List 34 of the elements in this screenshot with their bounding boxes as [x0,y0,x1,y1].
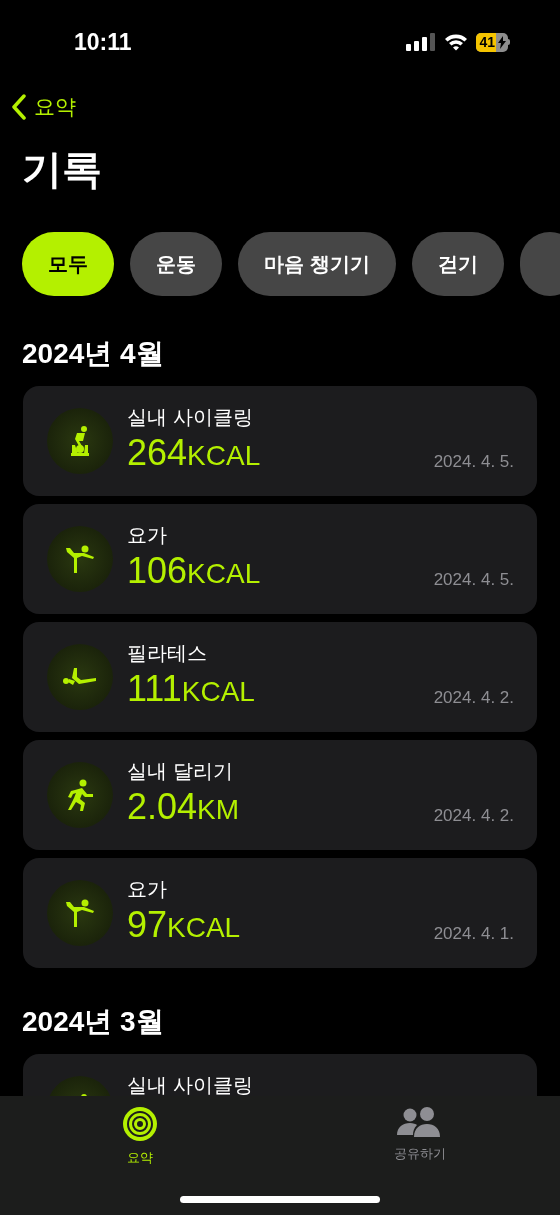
workout-name: 실내 사이클링 [127,1073,253,1096]
tab-bar-item[interactable]: 공유하기 [280,1106,560,1168]
workout-name: 요가 [127,523,168,548]
battery-icon: 41 [476,32,510,52]
workout-card[interactable]: 필라테스 111KCAL 2024. 4. 2. [23,622,537,732]
filter-chip[interactable]: 마음 챙기기 [238,232,396,296]
workout-date: 2024. 4. 5. [433,568,514,591]
filter-chip[interactable]: 걷기 [411,232,504,296]
workout-card[interactable]: 실내 사이클링 264KCAL 2024. 4. 5. [23,386,537,496]
workout-metric: 2.04KM [127,786,240,829]
workout-card[interactable]: 요가 97KCAL 2024. 4. 1. [23,858,537,968]
workout-card[interactable]: 실내 달리기 2.04KM 2024. 4. 2. [23,740,537,850]
filter-chip[interactable]: 운동 [130,232,222,296]
workout-metric: 264KCAL [127,432,261,475]
workout-metric: 111KCAL [127,668,255,711]
workout-metric: 97KCAL [127,904,241,947]
workout-date: 2024. 4. 2. [433,686,514,709]
workout-name: 필라테스 [127,641,208,666]
workout-name: 실내 사이클링 [127,405,254,430]
workout-name: 실내 달리기 [127,759,234,784]
workout-date: 2024. 4. 5. [433,450,514,473]
workout-card[interactable]: 요가 106KCAL 2024. 4. 5. [23,504,537,614]
back-link[interactable]: 요약 [12,92,560,122]
workout-card[interactable]: 실내 사이클링 [23,1054,537,1096]
section-heading: 2024년 3월 [22,1005,165,1039]
workout-name: 요가 [127,877,168,902]
workout-metric: 106KCAL [127,550,261,593]
filter-chip[interactable]: 모두 [22,232,114,296]
status-time: 10:11 [74,27,132,57]
workout-date: 2024. 4. 2. [433,804,514,827]
workout-date: 2024. 4. 1. [433,922,514,945]
tab-bar-item[interactable]: 요약 [0,1106,280,1168]
page-title: 기록 [22,146,103,193]
section-heading: 2024년 4월 [22,337,165,371]
